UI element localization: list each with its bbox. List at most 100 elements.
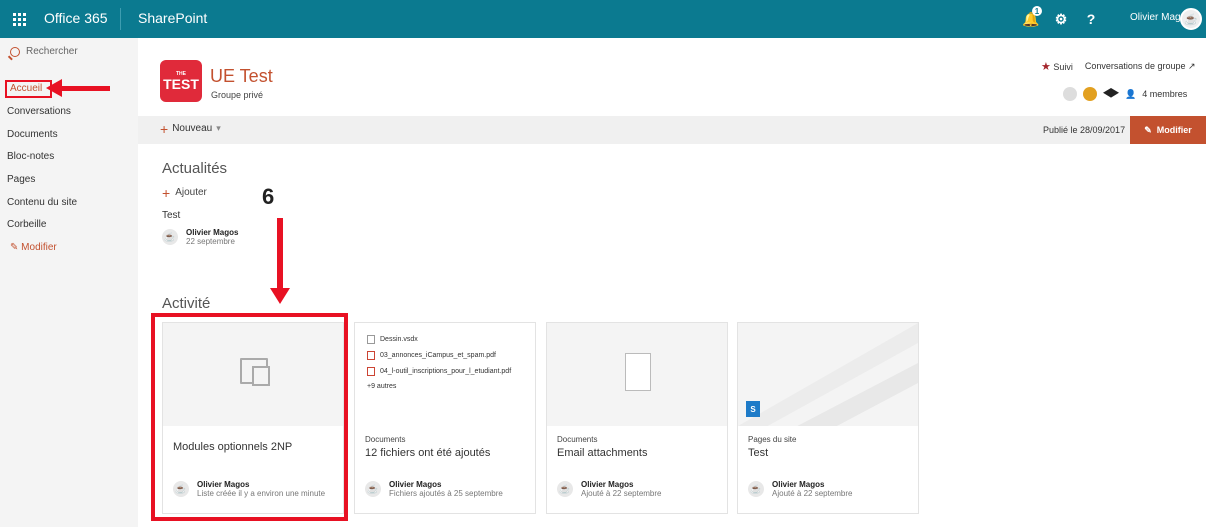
site-logo[interactable]: THE TEST	[160, 60, 202, 102]
top-bar: Office 365 SharePoint 🔔 1 ⚙ ? Olivier Ma…	[0, 0, 1206, 38]
annotation-arrow-down	[270, 218, 290, 304]
nav-item-conversations[interactable]: Conversations	[7, 106, 71, 117]
new-label: Nouveau	[172, 123, 213, 134]
card-meta: Pages du site	[748, 435, 797, 444]
search-icon	[10, 46, 20, 57]
nav-item-corbeille[interactable]: Corbeille	[7, 219, 46, 230]
waffle-icon	[12, 12, 26, 26]
add-news-button[interactable]: + Ajouter	[162, 184, 207, 201]
author-avatar: ☕	[748, 481, 764, 497]
pdf-icon	[367, 351, 375, 360]
pdf-icon	[367, 367, 375, 376]
author-avatar: ☕	[557, 481, 573, 497]
sharepoint-link[interactable]: SharePoint	[138, 10, 207, 26]
follow-label: Suivi	[1053, 62, 1073, 72]
user-avatar[interactable]: ☕	[1180, 8, 1202, 30]
file-item[interactable]: 04_l-outil_inscriptions_pour_l_etudiant.…	[367, 367, 511, 376]
document-icon	[625, 353, 651, 391]
card-thumbnail: S	[738, 323, 918, 426]
nav-item-pages[interactable]: Pages	[7, 174, 35, 185]
news-item-title[interactable]: Test	[162, 210, 180, 221]
group-conversations-link[interactable]: Conversations de groupe ↗	[1085, 61, 1196, 72]
help-button[interactable]: ?	[1076, 0, 1106, 38]
pencil-icon: ✎	[1144, 124, 1152, 135]
author-name: Olivier Magos	[581, 480, 634, 489]
notifications-button[interactable]: 🔔 1	[1016, 0, 1046, 38]
site-title[interactable]: UE Test	[210, 66, 273, 87]
site-subtitle: Groupe privé	[211, 90, 264, 100]
card-meta: Documents	[365, 435, 406, 444]
search-placeholder: Rechercher	[26, 46, 78, 57]
divider	[120, 8, 121, 30]
search-box[interactable]: Rechercher	[10, 46, 78, 57]
file-name: Dessin.vsdx	[380, 336, 418, 343]
file-list: Dessin.vsdx 03_annonces_iCampus_et_spam.…	[367, 335, 511, 390]
add-news-label: Ajouter	[175, 187, 207, 198]
edit-button[interactable]: ✎ Modifier	[1130, 116, 1206, 144]
highlight-box-accueil	[5, 80, 52, 98]
card-title: 12 fichiers ont été ajoutés	[365, 447, 491, 459]
activity-card[interactable]: Dessin.vsdx 03_annonces_iCampus_et_spam.…	[354, 322, 536, 514]
more-files[interactable]: +9 autres	[367, 383, 511, 390]
site-logo-main: TEST	[163, 76, 199, 92]
card-meta: Documents	[557, 435, 598, 444]
published-date: Publié le 28/09/2017	[1043, 125, 1126, 135]
card-author: ☕ Olivier Magos Ajouté à 22 septembre	[557, 480, 662, 498]
members-count: 4 membres	[1142, 89, 1188, 99]
nav-item-bloc-notes[interactable]: Bloc-notes	[7, 151, 54, 162]
file-item[interactable]: Dessin.vsdx	[367, 335, 511, 344]
member-avatar	[1103, 88, 1119, 98]
help-icon: ?	[1086, 11, 1096, 27]
card-thumbnail	[547, 323, 727, 426]
file-icon	[367, 335, 375, 344]
author-avatar: ☕	[162, 229, 178, 245]
author-name: Olivier Magos	[389, 480, 442, 489]
author-name: Olivier Magos	[186, 228, 239, 237]
site-actions: ★ Suivi Conversations de groupe ↗	[1041, 60, 1196, 73]
plus-icon: +	[162, 184, 171, 201]
office365-link[interactable]: Office 365	[44, 10, 108, 26]
card-thumbnail: Dessin.vsdx 03_annonces_iCampus_et_spam.…	[355, 323, 535, 426]
author-detail: Ajouté à 22 septembre	[581, 489, 662, 498]
command-bar: + Nouveau ▾ Publié le 28/09/2017 ✎ Modif…	[138, 116, 1206, 144]
author-date: 22 septembre	[186, 237, 235, 246]
plus-icon: +	[160, 120, 169, 137]
follow-button[interactable]: ★ Suivi	[1041, 60, 1073, 73]
page-thumbnail-graphic	[738, 323, 918, 426]
person-icon: 👤	[1125, 88, 1137, 99]
notification-badge: 1	[1032, 6, 1042, 16]
news-heading: Actualités	[162, 160, 228, 177]
author-avatar: ☕	[365, 481, 381, 497]
gear-icon: ⚙	[1054, 10, 1068, 27]
file-name: 04_l-outil_inscriptions_pour_l_etudiant.…	[380, 368, 512, 375]
author-detail: Fichiers ajoutés à 25 septembre	[389, 489, 503, 498]
news-author: ☕ Olivier Magos 22 septembre	[162, 228, 238, 246]
new-button[interactable]: + Nouveau ▾	[160, 120, 221, 137]
members-bar[interactable]: 👤 4 membres	[1063, 86, 1187, 102]
nav-item-documents[interactable]: Documents	[7, 129, 58, 140]
file-name: 03_annonces_iCampus_et_spam.pdf	[380, 352, 496, 359]
star-icon: ★	[1041, 61, 1051, 73]
member-avatar	[1063, 87, 1077, 101]
member-avatar	[1083, 87, 1097, 101]
site-page-icon: S	[746, 401, 760, 417]
card-author: ☕ Olivier Magos Ajouté à 22 septembre	[748, 480, 853, 498]
author-name: Olivier Magos	[772, 480, 825, 489]
annotation-step-number: 6	[262, 184, 275, 209]
pencil-icon: ✎	[10, 242, 22, 253]
nav-edit-label: Modifier	[21, 242, 57, 253]
app-launcher-button[interactable]	[0, 0, 38, 38]
activity-card[interactable]: Documents Email attachments ☕ Olivier Ma…	[546, 322, 728, 514]
nav-item-contenu-du-site[interactable]: Contenu du site	[7, 197, 77, 208]
activity-heading: Activité	[162, 295, 211, 312]
settings-button[interactable]: ⚙	[1046, 0, 1076, 38]
activity-card[interactable]: S Pages du site Test ☕ Olivier Magos Ajo…	[737, 322, 919, 514]
card-title: Test	[748, 447, 769, 459]
card-title: Email attachments	[557, 447, 648, 459]
card-author: ☕ Olivier Magos Fichiers ajoutés à 25 se…	[365, 480, 503, 498]
chevron-down-icon: ▾	[216, 123, 221, 133]
nav-edit-link[interactable]: ✎ Modifier	[10, 242, 57, 253]
edit-label: Modifier	[1156, 125, 1192, 135]
file-item[interactable]: 03_annonces_iCampus_et_spam.pdf	[367, 351, 511, 360]
highlight-box-card	[151, 313, 348, 521]
